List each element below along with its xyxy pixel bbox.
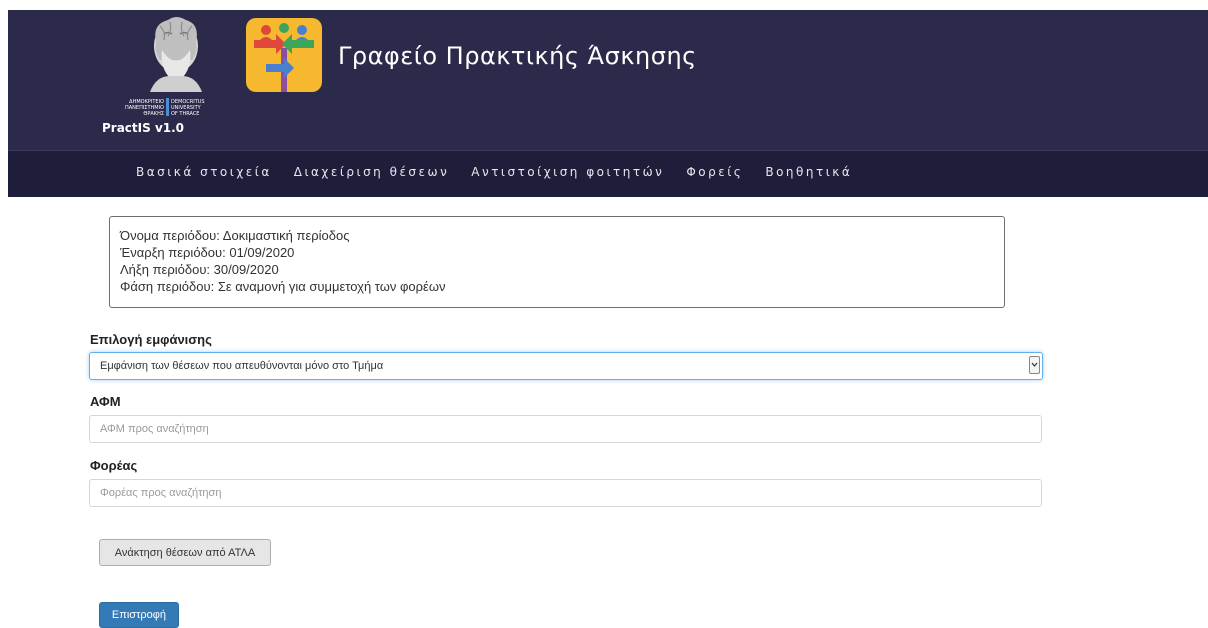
svg-text:ΘΡΑΚΗΣ: ΘΡΑΚΗΣ xyxy=(143,111,164,117)
fetch-atla-positions-button[interactable]: Ανάκτηση θέσεων από ΑΤΛΑ xyxy=(99,539,271,566)
period-start: Έναρξη περιόδου: 01/09/2020 xyxy=(120,245,295,260)
period-name: Όνομα περιόδου: Δοκιμαστική περίοδος xyxy=(120,228,350,243)
organization-search-input[interactable] xyxy=(89,479,1042,507)
university-logo-icon: ΔΗΜΟΚΡΙΤΕΙΟ ΠΑΝΕΠΙΣΤΗΜΙΟ ΘΡΑΚΗΣ DEMOCRIT… xyxy=(112,12,240,122)
app-version: PractIS v1.0 xyxy=(102,121,185,135)
nav-item-positions-management[interactable]: Διαχείριση θέσεων xyxy=(294,165,450,179)
afm-label: ΑΦΜ xyxy=(90,394,121,409)
period-info-box: Όνομα περιόδου: Δοκιμαστική περίοδος Ένα… xyxy=(109,216,1005,308)
svg-text:OF THRACE: OF THRACE xyxy=(171,111,199,117)
nav-item-basic-info[interactable]: Βασικά στοιχεία xyxy=(136,165,272,179)
nav-item-organizations[interactable]: Φορείς xyxy=(686,165,743,179)
period-phase: Φάση περιόδου: Σε αναμονή για συμμετοχή … xyxy=(120,279,446,294)
back-button[interactable]: Επιστροφή xyxy=(99,602,179,628)
nav-item-auxiliary[interactable]: Βοηθητικά xyxy=(765,165,852,179)
app-title: Γραφείο Πρακτικής Άσκησης xyxy=(338,42,697,70)
organization-label: Φορέας xyxy=(90,458,138,473)
display-option-label: Επιλογή εμφάνισης xyxy=(90,332,212,347)
signpost-people-icon xyxy=(246,18,322,92)
display-option-select[interactable]: Εμφάνιση των θέσεων που απευθύνονται μόν… xyxy=(89,352,1043,380)
chevron-down-icon[interactable] xyxy=(1029,356,1040,374)
afm-search-input[interactable] xyxy=(89,415,1042,443)
nav-item-student-matching[interactable]: Αντιστοίχιση φοιτητών xyxy=(471,165,664,179)
nav-menu: Βασικά στοιχεία Διαχείριση θέσεων Αντιστ… xyxy=(136,165,874,179)
display-option-selected-value: Εμφάνιση των θέσεων που απευθύνονται μόν… xyxy=(100,360,384,372)
header-banner: ΔΗΜΟΚΡΙΤΕΙΟ ΠΑΝΕΠΙΣΤΗΜΙΟ ΘΡΑΚΗΣ DEMOCRIT… xyxy=(8,10,1208,150)
period-end: Λήξη περιόδου: 30/09/2020 xyxy=(120,262,279,277)
main-navigation: Βασικά στοιχεία Διαχείριση θέσεων Αντιστ… xyxy=(8,150,1208,197)
page-header: ΔΗΜΟΚΡΙΤΕΙΟ ΠΑΝΕΠΙΣΤΗΜΙΟ ΘΡΑΚΗΣ DEMOCRIT… xyxy=(8,10,1208,197)
